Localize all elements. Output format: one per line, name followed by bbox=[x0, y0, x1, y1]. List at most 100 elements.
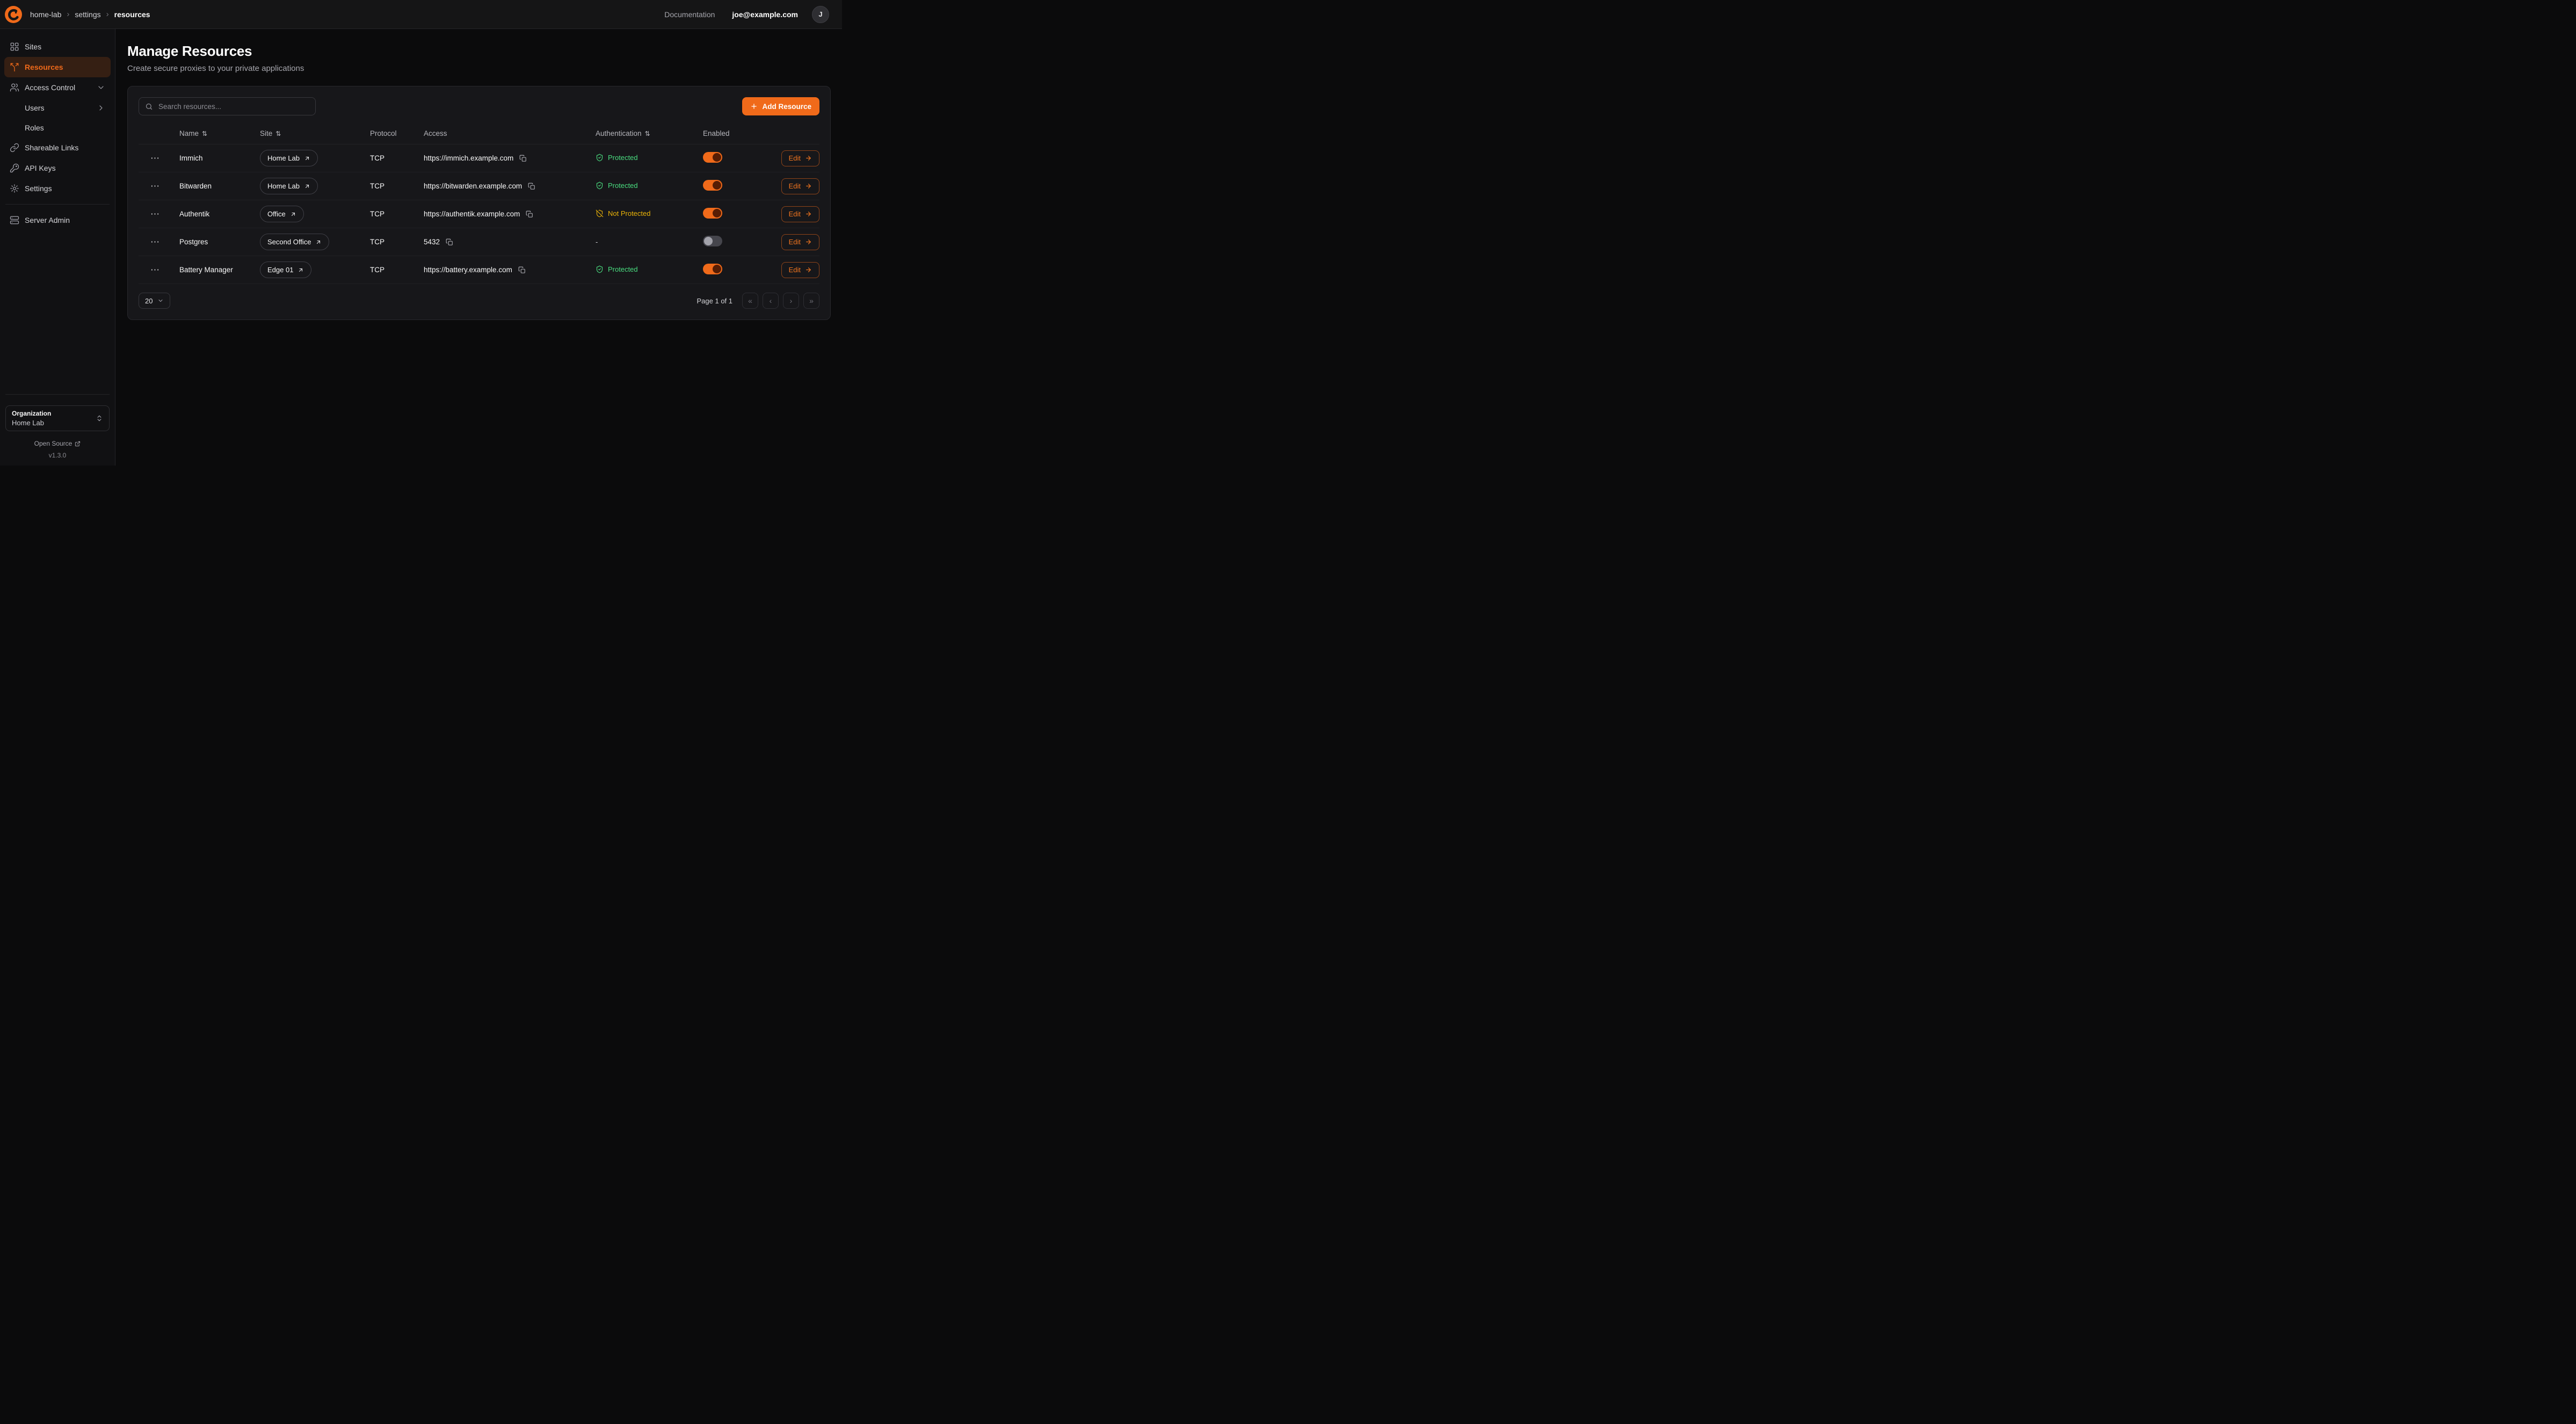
external-link-arrow-icon bbox=[297, 267, 304, 273]
sidebar-item-label: Resources bbox=[25, 63, 63, 71]
row-menu-button[interactable]: ⋯ bbox=[139, 237, 179, 246]
table-footer: 20 Page 1 of 1 « ‹ › » bbox=[139, 293, 819, 309]
sort-icon: ⇅ bbox=[202, 130, 207, 137]
header-enabled: Enabled bbox=[703, 129, 775, 137]
enabled-toggle[interactable] bbox=[703, 208, 722, 219]
table-body: ⋯ Immich Home Lab TCP https://immich.exa… bbox=[139, 144, 819, 284]
enabled-toggle[interactable] bbox=[703, 180, 722, 191]
external-link-arrow-icon bbox=[304, 155, 310, 162]
resource-name: Immich bbox=[179, 154, 260, 162]
copy-icon[interactable] bbox=[446, 238, 453, 246]
user-email[interactable]: joe@example.com bbox=[732, 10, 798, 19]
server-icon bbox=[10, 215, 19, 225]
open-source-link[interactable]: Open Source bbox=[4, 440, 111, 447]
site-link[interactable]: Home Lab bbox=[260, 178, 318, 194]
breadcrumb-settings[interactable]: settings bbox=[75, 10, 100, 19]
search-icon bbox=[145, 103, 153, 111]
sidebar-item-label: Sites bbox=[25, 42, 41, 51]
protocol-value: TCP bbox=[370, 266, 424, 274]
site-name: Home Lab bbox=[267, 182, 300, 190]
breadcrumb-separator-icon: › bbox=[106, 10, 109, 19]
table-row: ⋯ Battery Manager Edge 01 TCP https://ba… bbox=[139, 256, 819, 284]
protocol-value: TCP bbox=[370, 182, 424, 190]
last-page-button[interactable]: » bbox=[803, 293, 819, 309]
page-info: Page 1 of 1 bbox=[697, 297, 733, 305]
documentation-link[interactable]: Documentation bbox=[664, 10, 715, 19]
row-menu-button[interactable]: ⋯ bbox=[139, 209, 179, 219]
auth-label: Protected bbox=[608, 181, 638, 190]
auth-label: - bbox=[596, 238, 598, 246]
auth-badge: Protected bbox=[596, 265, 638, 273]
header-name[interactable]: Name ⇅ bbox=[179, 129, 260, 137]
sidebar-item-server-admin[interactable]: Server Admin bbox=[4, 210, 111, 230]
site-link[interactable]: Edge 01 bbox=[260, 261, 311, 278]
protocol-value: TCP bbox=[370, 210, 424, 218]
row-menu-button[interactable]: ⋯ bbox=[139, 265, 179, 274]
sidebar-spacer bbox=[4, 230, 111, 389]
header-access: Access bbox=[424, 129, 596, 137]
next-page-button[interactable]: › bbox=[783, 293, 799, 309]
copy-icon[interactable] bbox=[518, 266, 526, 274]
row-menu-button[interactable]: ⋯ bbox=[139, 181, 179, 191]
edit-button[interactable]: Edit bbox=[781, 206, 819, 222]
sidebar-item-roles[interactable]: Roles bbox=[4, 118, 111, 137]
header-site[interactable]: Site ⇅ bbox=[260, 129, 370, 137]
copy-icon[interactable] bbox=[528, 183, 535, 190]
table-row: ⋯ Authentik Office TCP https://authentik… bbox=[139, 200, 819, 228]
row-menu-button[interactable]: ⋯ bbox=[139, 154, 179, 163]
edit-button[interactable]: Edit bbox=[781, 262, 819, 278]
sidebar: Sites Resources Access Control Users bbox=[0, 29, 115, 466]
search-input[interactable] bbox=[157, 102, 309, 111]
enabled-toggle[interactable] bbox=[703, 236, 722, 246]
protocol-value: TCP bbox=[370, 238, 424, 246]
avatar[interactable]: J bbox=[812, 6, 829, 23]
enabled-toggle[interactable] bbox=[703, 152, 722, 163]
edit-button[interactable]: Edit bbox=[781, 150, 819, 166]
link-icon bbox=[10, 143, 19, 152]
page-size-select[interactable]: 20 bbox=[139, 293, 170, 309]
breadcrumb-org[interactable]: home-lab bbox=[30, 10, 61, 19]
edit-button[interactable]: Edit bbox=[781, 234, 819, 250]
first-page-button[interactable]: « bbox=[742, 293, 758, 309]
auth-label: Protected bbox=[608, 265, 638, 273]
copy-icon[interactable] bbox=[526, 210, 533, 218]
edit-button[interactable]: Edit bbox=[781, 178, 819, 194]
auth-badge: Protected bbox=[596, 154, 638, 162]
arrow-right-icon bbox=[805, 238, 812, 245]
sidebar-item-resources[interactable]: Resources bbox=[4, 57, 111, 77]
table-row: ⋯ Bitwarden Home Lab TCP https://bitward… bbox=[139, 172, 819, 200]
copy-icon[interactable] bbox=[519, 155, 527, 162]
site-link[interactable]: Home Lab bbox=[260, 150, 318, 166]
organization-selector[interactable]: Organization Home Lab bbox=[5, 405, 110, 431]
main-content: Manage Resources Create secure proxies t… bbox=[115, 29, 842, 466]
header-authentication[interactable]: Authentication ⇅ bbox=[596, 129, 703, 137]
split-icon bbox=[10, 62, 19, 72]
sidebar-item-access-control[interactable]: Access Control bbox=[4, 77, 111, 98]
breadcrumb: home-lab › settings › resources bbox=[30, 10, 150, 19]
sidebar-item-sites[interactable]: Sites bbox=[4, 37, 111, 57]
sidebar-item-api-keys[interactable]: API Keys bbox=[4, 158, 111, 178]
previous-page-button[interactable]: ‹ bbox=[763, 293, 779, 309]
breadcrumb-separator-icon: › bbox=[67, 10, 69, 19]
site-link[interactable]: Office bbox=[260, 206, 304, 222]
header-protocol: Protocol bbox=[370, 129, 424, 137]
sidebar-item-label: Server Admin bbox=[25, 216, 70, 224]
chevron-down-icon bbox=[157, 297, 164, 304]
edit-label: Edit bbox=[789, 238, 801, 246]
access-value: 5432 bbox=[424, 238, 440, 246]
organization-value: Home Lab bbox=[12, 419, 51, 427]
enabled-toggle[interactable] bbox=[703, 264, 722, 274]
access-value: https://battery.example.com bbox=[424, 266, 512, 274]
pager-buttons: « ‹ › » bbox=[742, 293, 819, 309]
app-logo-icon[interactable] bbox=[4, 5, 23, 24]
sidebar-item-label: Settings bbox=[25, 184, 52, 193]
shield-check-icon bbox=[596, 265, 604, 273]
site-link[interactable]: Second Office bbox=[260, 234, 329, 250]
add-resource-label: Add Resource bbox=[762, 103, 811, 111]
sidebar-item-users[interactable]: Users bbox=[4, 98, 111, 118]
organization-label: Organization bbox=[12, 410, 51, 417]
auth-label: Not Protected bbox=[608, 209, 651, 217]
add-resource-button[interactable]: Add Resource bbox=[742, 97, 819, 115]
sidebar-item-shareable-links[interactable]: Shareable Links bbox=[4, 137, 111, 158]
sidebar-item-settings[interactable]: Settings bbox=[4, 178, 111, 199]
